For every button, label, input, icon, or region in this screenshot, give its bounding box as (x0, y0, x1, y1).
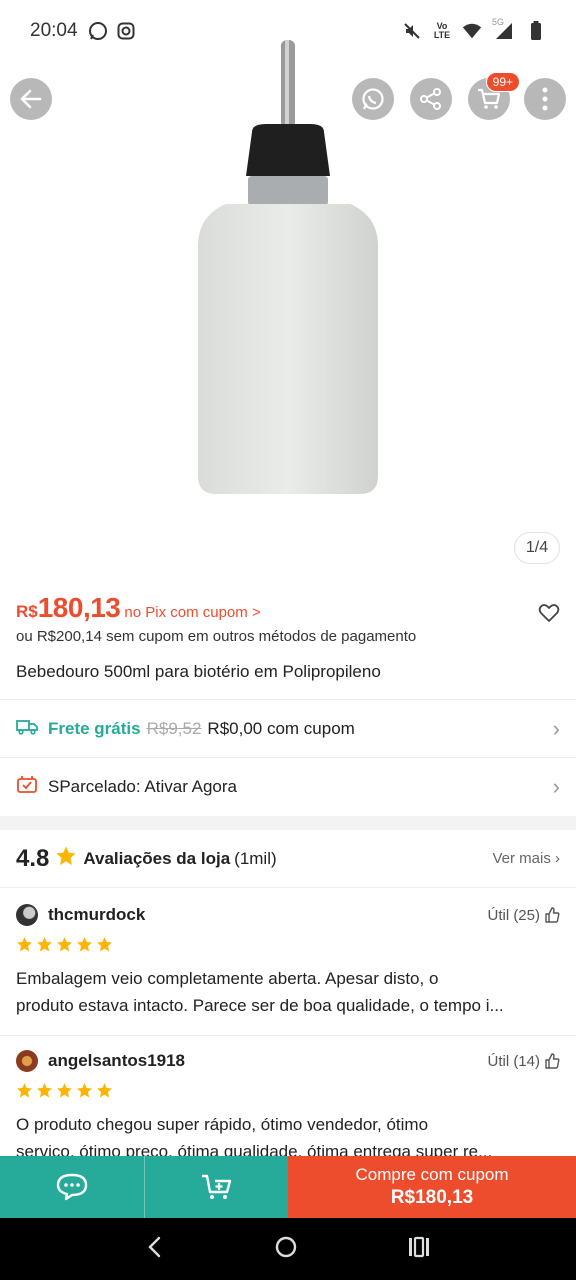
network-label: 5G (492, 17, 505, 27)
useful-count: Útil (25) (487, 906, 540, 924)
whatsapp-icon (88, 21, 108, 41)
new-shipping-price: R$0,00 com cupom (207, 718, 355, 738)
status-bar: 20:04 Vo LTE 5G (0, 0, 576, 62)
star-icon (97, 937, 112, 952)
nav-home-icon[interactable] (274, 1235, 298, 1264)
free-shipping-label: Frete grátis (48, 718, 141, 738)
status-time: 20:04 (30, 20, 78, 41)
store-reviews-title: Avaliações da loja (83, 848, 231, 868)
section-divider (0, 816, 576, 830)
add-to-cart-icon (201, 1174, 231, 1199)
chat-icon (56, 1173, 88, 1201)
useful-button[interactable]: Útil (25) (487, 907, 560, 924)
reviewer-name: thcmurdock (48, 905, 146, 924)
buy-with-coupon-button[interactable]: Compre com cupom R$180,13 (288, 1156, 576, 1218)
star-icon (37, 937, 52, 952)
installment-icon (16, 774, 38, 799)
image-counter: 1/4 (514, 532, 560, 564)
bottom-action-bar: Compre com cupom R$180,13 (0, 1156, 576, 1218)
truck-icon (16, 717, 38, 740)
chat-button[interactable] (0, 1156, 144, 1218)
avatar (16, 1050, 38, 1072)
cart-button[interactable]: 99+ (468, 72, 520, 120)
thumbs-up-icon (545, 907, 560, 923)
star-icon (17, 1083, 32, 1098)
buy-price: R$180,13 (390, 1187, 474, 1208)
star-icon (37, 1083, 52, 1098)
buy-label: Compre com cupom (355, 1165, 509, 1184)
review-divider (0, 1035, 576, 1036)
back-button[interactable] (10, 78, 52, 120)
star-icon (77, 1083, 92, 1098)
review-text-line: O produto chegou super rápido, ótimo ven… (16, 1115, 429, 1134)
mute-icon (402, 21, 422, 41)
review-text-line: Embalagem veio completamente aberta. Ape… (16, 969, 439, 988)
price-currency: R$ (16, 602, 38, 621)
share-button[interactable] (410, 78, 452, 120)
product-title: Bebedouro 500ml para biotério em Polipro… (16, 662, 381, 681)
chevron-right-icon: › (552, 715, 560, 741)
useful-button[interactable]: Útil (14) (487, 1053, 560, 1070)
price-block: R$ 180,13 no Pix com cupom > ou R$200,14… (16, 592, 560, 645)
instagram-icon (116, 21, 136, 41)
whatsapp-share-button[interactable] (352, 78, 394, 120)
see-more-link[interactable]: Ver mais › (492, 850, 560, 867)
shipping-row[interactable]: Frete grátis R$9,52 R$0,00 com cupom › (0, 699, 576, 757)
pix-coupon-link[interactable]: no Pix com cupom > (124, 604, 260, 621)
store-reviews-header[interactable]: 4.8 Avaliações da loja (1mil) Ver mais › (0, 830, 576, 888)
star-icon (77, 937, 92, 952)
alt-price-text: ou R$200,14 sem cupom em outros métodos … (16, 628, 417, 645)
see-more-label: Ver mais (492, 850, 551, 867)
price-value: 180,13 (37, 592, 121, 623)
star-icon (57, 1083, 72, 1098)
installments-label: SParcelado: Ativar Agora (48, 776, 238, 796)
review-stars (16, 1082, 560, 1099)
installments-row[interactable]: SParcelado: Ativar Agora › (0, 757, 576, 815)
nav-back-icon[interactable] (145, 1236, 165, 1263)
cart-count-badge: 99+ (485, 72, 520, 92)
star-icon (17, 937, 32, 952)
store-rating: 4.8 (16, 844, 50, 872)
volte-icon: Vo LTE (433, 21, 451, 40)
old-shipping-price: R$9,52 (146, 718, 202, 738)
review-text-line: produto estava intacto. Parece ser de bo… (16, 996, 504, 1015)
add-to-cart-button[interactable] (144, 1156, 288, 1218)
useful-count: Útil (14) (487, 1052, 540, 1070)
chevron-right-icon: › (552, 773, 560, 799)
nav-recents-icon[interactable] (407, 1236, 431, 1263)
more-options-button[interactable] (524, 78, 566, 120)
thumbs-up-icon (545, 1053, 560, 1069)
review-item: thcmurdock Útil (25) Embalagem veio comp… (0, 900, 576, 1019)
star-icon (55, 845, 77, 872)
heart-icon[interactable] (538, 602, 560, 624)
review-text: Embalagem veio completamente aberta. Ape… (16, 965, 560, 1019)
star-icon (57, 937, 72, 952)
system-nav-bar (0, 1218, 576, 1280)
star-icon (97, 1083, 112, 1098)
product-gallery[interactable]: 99+ 1/4 (0, 0, 576, 590)
store-reviews-count: (1mil) (234, 848, 277, 868)
reviewer-name: angelsantos1918 (48, 1051, 186, 1070)
review-item: angelsantos1918 Útil (14) O produto cheg… (0, 1046, 576, 1165)
battery-icon (526, 21, 546, 41)
5g-signal-icon: 5G (492, 17, 516, 41)
review-stars (16, 936, 560, 953)
avatar (16, 904, 38, 926)
wifi-icon (462, 21, 482, 41)
